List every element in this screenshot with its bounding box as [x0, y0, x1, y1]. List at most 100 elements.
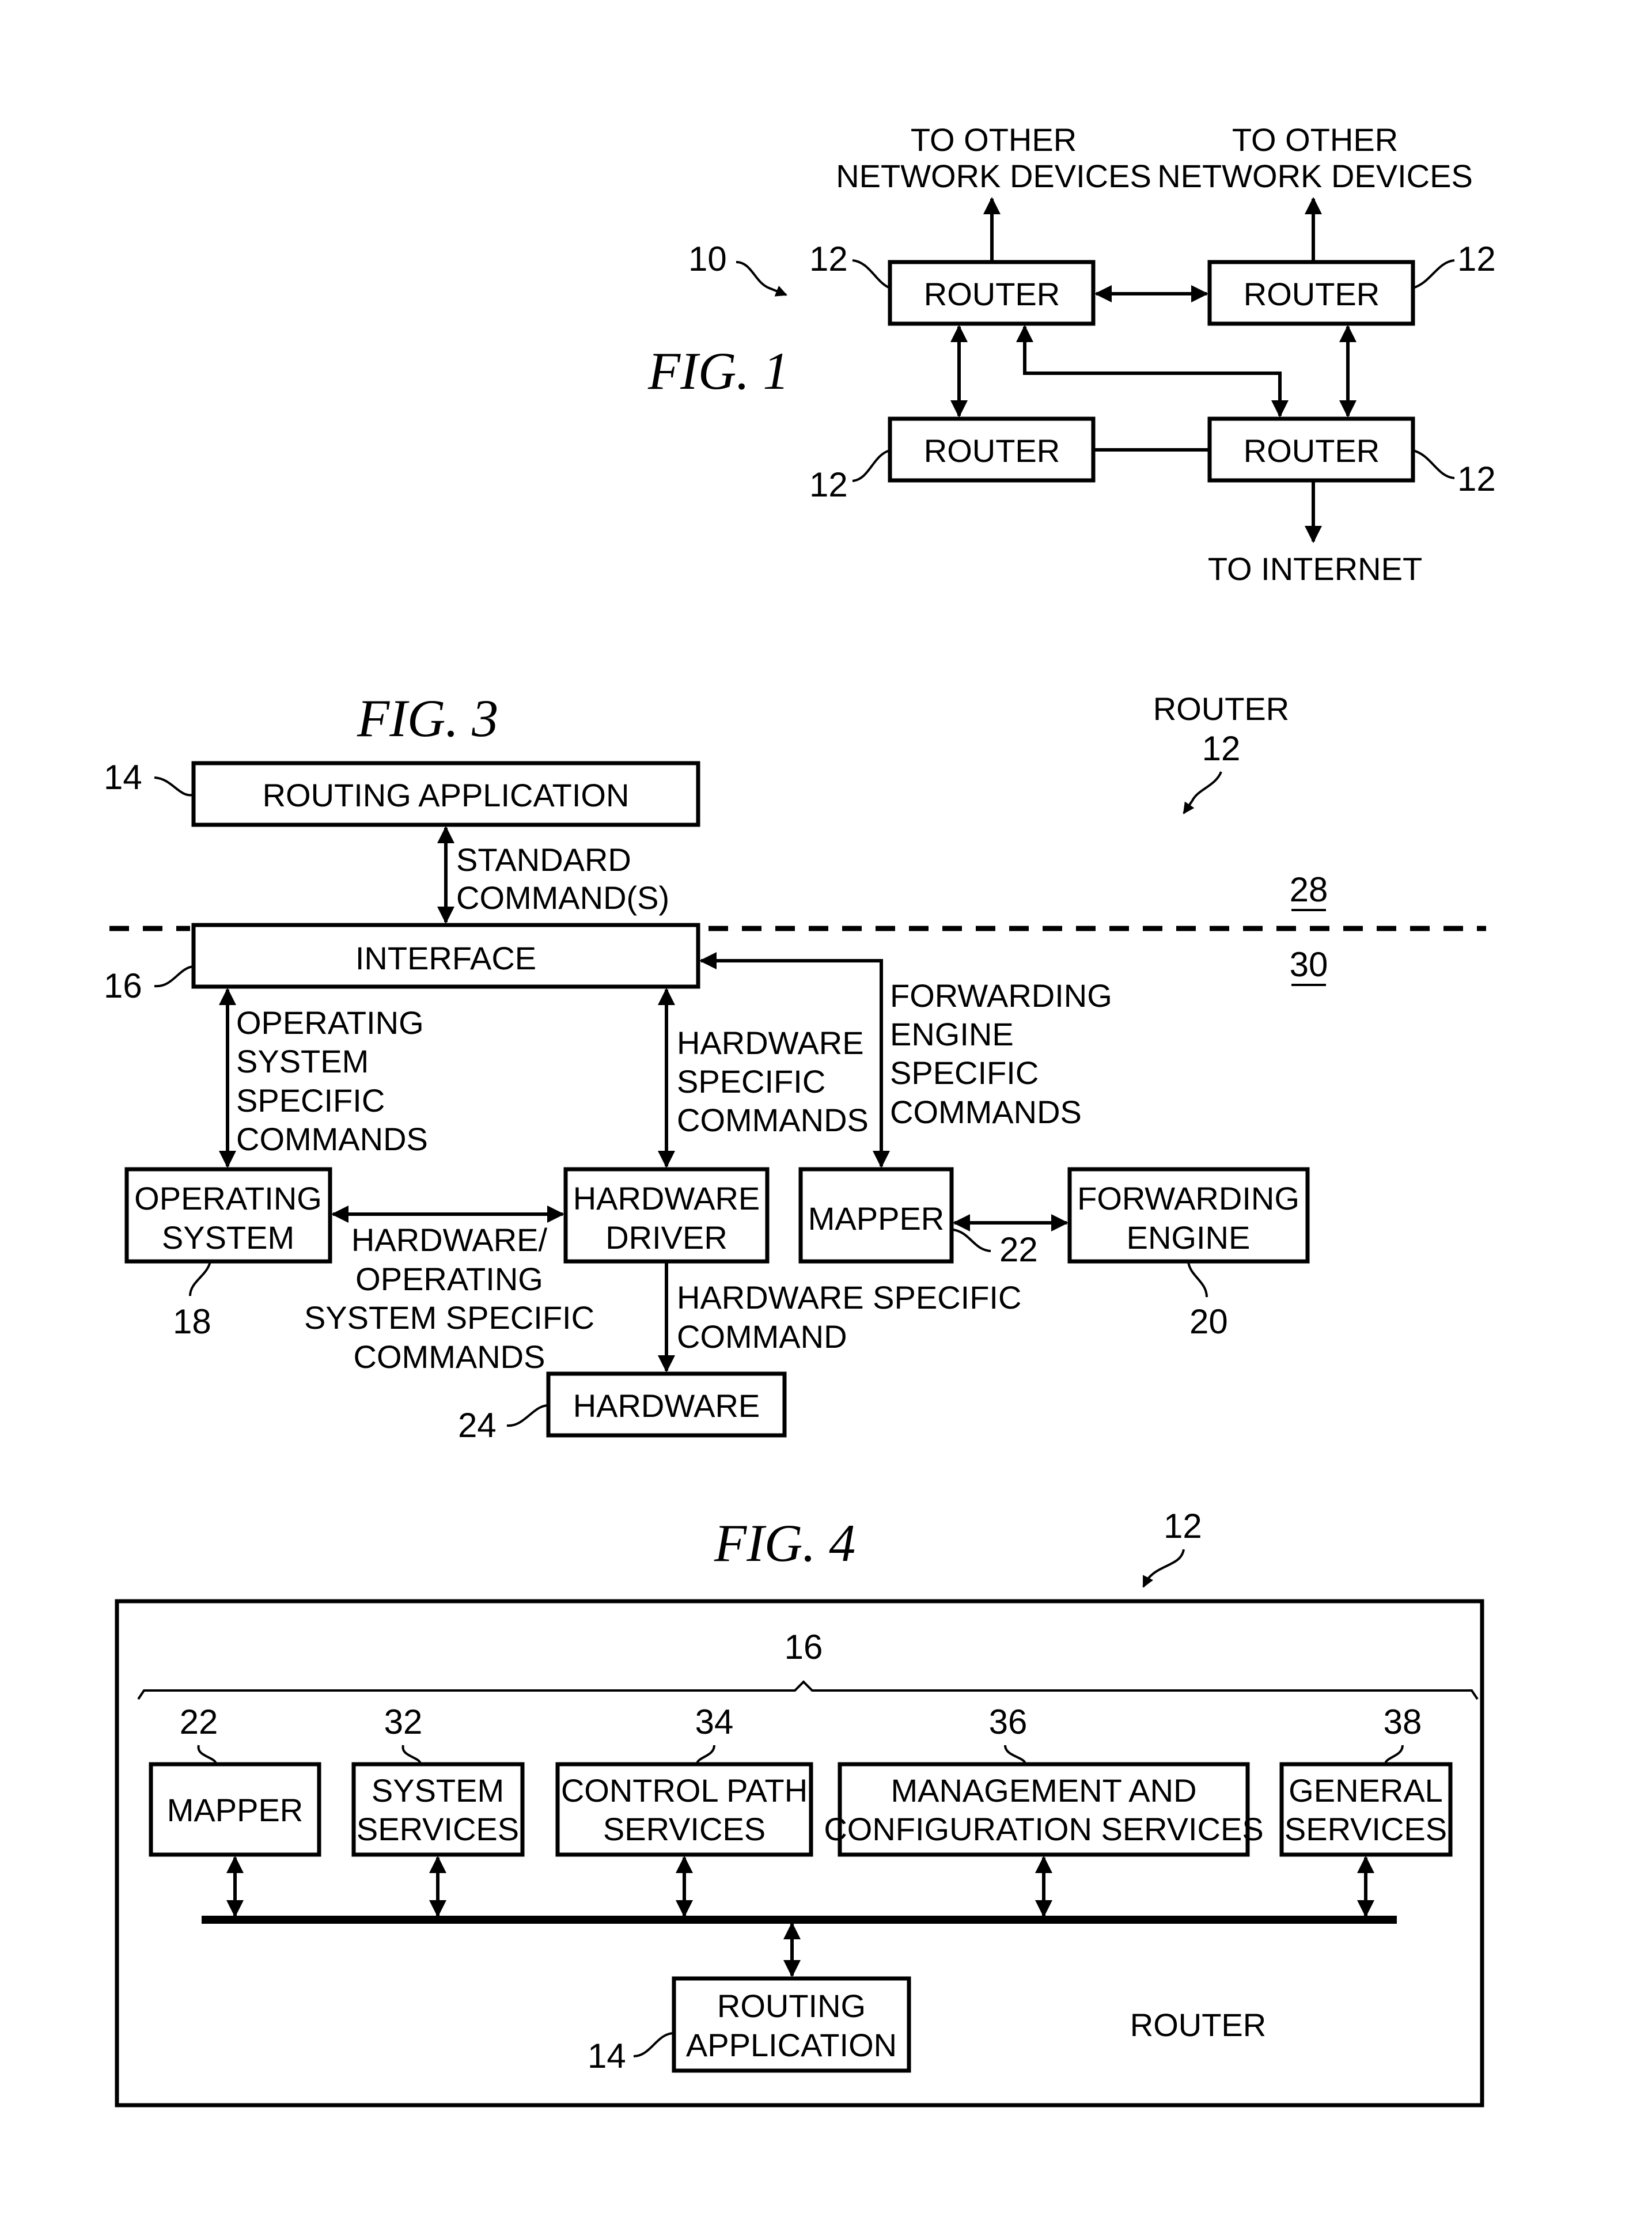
to-other-2-line1: TO OTHER: [1232, 122, 1398, 158]
service-line: CONFIGURATION SERVICES: [824, 1811, 1263, 1847]
ref-leader: [154, 965, 194, 988]
service-ref: 32: [384, 1703, 423, 1741]
routing-app-line1: ROUTING: [717, 1988, 866, 2024]
edge-hw-cmd-line1: HARDWARE SPECIFIC: [677, 1279, 1021, 1316]
interface-ref: 16: [104, 966, 142, 1005]
edge-standard-line1: STANDARD: [456, 842, 631, 878]
hardware-label: HARDWARE: [573, 1388, 760, 1424]
edge-os-line1: OPERATING: [236, 1005, 424, 1041]
os-line2: SYSTEM: [162, 1219, 294, 1256]
service-line: MAPPER: [167, 1792, 304, 1828]
region-30: 30: [1290, 945, 1328, 984]
mapper-label: MAPPER: [808, 1200, 945, 1237]
router-label: ROUTER: [924, 433, 1060, 469]
edge-hw-cmd-line2: COMMAND: [677, 1318, 847, 1355]
fig4-title: FIG. 4: [714, 1514, 855, 1572]
routing-app-ref: 14: [588, 2037, 626, 2075]
edge-fe-line4: COMMANDS: [890, 1094, 1082, 1130]
ref-leader: [506, 1404, 549, 1427]
interface-ref: 16: [785, 1628, 823, 1666]
service-ref: 36: [989, 1703, 1028, 1741]
ref-leader: [1412, 259, 1455, 289]
service-ref: 34: [695, 1703, 734, 1741]
fig4-routing-application-box: ROUTING APPLICATION: [672, 1976, 911, 2073]
ref-leader: [953, 1229, 991, 1252]
router-ref-leader: [1183, 771, 1222, 814]
service-line: MANAGEMENT AND: [891, 1772, 1196, 1809]
edge-os-line4: COMMANDS: [236, 1121, 428, 1157]
figure-4: FIG. 4 12 16 22 MAPPER 32 SYSTEM SERVICE…: [115, 1507, 1484, 2108]
edge-hw-line3: COMMANDS: [677, 1102, 869, 1138]
system-ref-leader: [736, 261, 787, 297]
edge-hw-os-line1: HARDWARE/: [351, 1222, 548, 1258]
forwarding-engine-box: FORWARDING ENGINE: [1067, 1167, 1310, 1264]
to-internet-label: TO INTERNET: [1208, 551, 1422, 587]
ref-leader: [852, 449, 891, 482]
router-ref: 12: [1457, 240, 1496, 278]
hardware-ref: 24: [458, 1406, 497, 1445]
fe-line2: ENGINE: [1127, 1219, 1251, 1256]
ref-leader: [852, 259, 891, 289]
edge-fe-line2: ENGINE: [890, 1016, 1014, 1052]
routing-application-box: ROUTING APPLICATION: [191, 761, 700, 827]
router-ref: 12: [1457, 460, 1496, 498]
router-caption-ref: 12: [1202, 729, 1241, 768]
hardware-box: HARDWARE: [546, 1371, 787, 1438]
edge-fe-line1: FORWARDING: [890, 977, 1112, 1014]
figure-1: FIG. 1 10 TO OTHER NETWORK DEVICES TO OT…: [647, 122, 1496, 587]
service-line: GENERAL: [1289, 1772, 1443, 1809]
figure-3: FIG. 3 ROUTER 12 28 30 ROUTING APPLICATI…: [104, 689, 1486, 1445]
service-line: SYSTEM: [372, 1772, 504, 1809]
hardware-driver-box: HARDWARE DRIVER: [563, 1167, 770, 1264]
fig3-title: FIG. 3: [357, 689, 498, 748]
ref-leader: [1187, 1261, 1208, 1298]
interface-box: INTERFACE: [191, 923, 700, 989]
service-line: SERVICES: [1285, 1811, 1447, 1847]
os-line1: OPERATING: [134, 1180, 322, 1216]
router-label: ROUTER: [1244, 433, 1380, 469]
interface-label: INTERFACE: [355, 940, 536, 976]
os-ref: 18: [173, 1302, 211, 1341]
router-bottom-right: ROUTER: [1207, 416, 1415, 483]
edge-fe-line3: SPECIFIC: [890, 1055, 1039, 1091]
edge-standard-line2: COMMAND(S): [456, 880, 669, 916]
patent-drawing-sheet: FIG. 1 10 TO OTHER NETWORK DEVICES TO OT…: [104, 122, 1496, 2108]
edge-hw-os-line4: COMMANDS: [354, 1339, 545, 1375]
fig1-title: FIG. 1: [647, 342, 789, 400]
router-bottom-left: ROUTER: [888, 416, 1096, 483]
mapper-ref: 22: [999, 1230, 1038, 1269]
fig1-system-ref: 10: [688, 240, 727, 278]
edge-hw-os-line3: SYSTEM SPECIFIC: [304, 1299, 594, 1336]
router-label: ROUTER: [1130, 2007, 1266, 2043]
router-label: ROUTER: [924, 276, 1060, 312]
fig4-router-ref: 12: [1164, 1507, 1202, 1545]
service-ref: 22: [180, 1703, 218, 1741]
routing-application-ref: 14: [104, 758, 142, 797]
router-caption: ROUTER: [1153, 691, 1289, 727]
edge-hw-os-line2: OPERATING: [355, 1261, 543, 1297]
hw-driver-line2: DRIVER: [605, 1219, 728, 1256]
edge-os-line3: SPECIFIC: [236, 1082, 385, 1119]
routing-application-label: ROUTING APPLICATION: [263, 777, 630, 813]
router-ref: 12: [809, 240, 848, 278]
edge-hw-line1: HARDWARE: [677, 1025, 864, 1061]
ref-leader: [1412, 449, 1455, 479]
service-line: SERVICES: [603, 1811, 766, 1847]
router-top-left: ROUTER: [888, 260, 1096, 326]
region-28: 28: [1290, 870, 1328, 909]
hw-driver-line1: HARDWARE: [573, 1180, 760, 1216]
operating-system-box: OPERATING SYSTEM: [124, 1167, 332, 1264]
router-top-right: ROUTER: [1207, 260, 1415, 326]
ref-leader: [189, 1261, 211, 1297]
edge-os-line2: SYSTEM: [236, 1043, 369, 1079]
routing-app-line2: APPLICATION: [686, 2027, 897, 2063]
router-ref: 12: [809, 465, 848, 504]
to-other-1-line2: NETWORK DEVICES: [836, 158, 1151, 194]
link-tl-br: [1016, 325, 1289, 418]
router-ref-leader: [1142, 1549, 1185, 1588]
service-line: SERVICES: [357, 1811, 519, 1847]
edge-hw-line2: SPECIFIC: [677, 1063, 825, 1100]
to-other-1-line1: TO OTHER: [911, 122, 1077, 158]
ref-leader: [154, 776, 194, 797]
service-ref: 38: [1384, 1703, 1422, 1741]
